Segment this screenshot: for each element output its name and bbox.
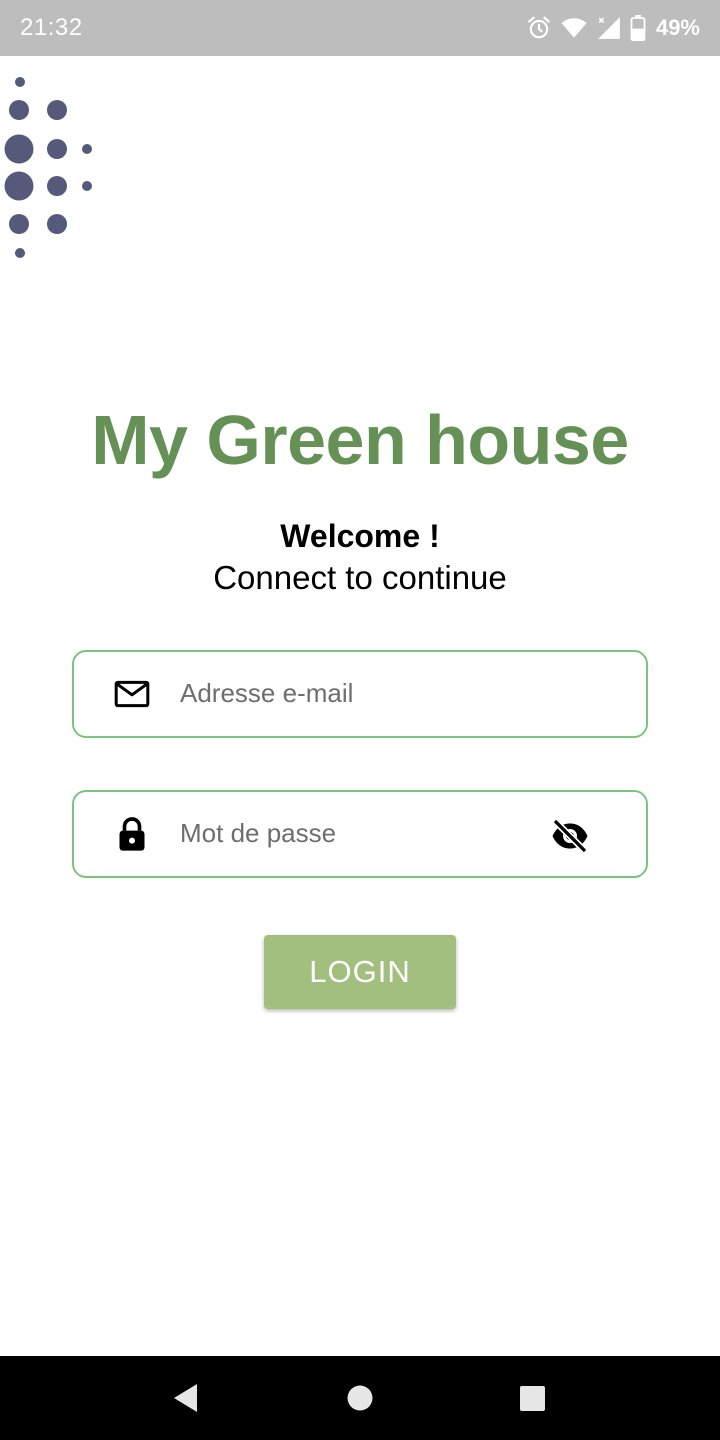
back-icon[interactable] xyxy=(166,1378,206,1418)
mail-icon xyxy=(112,674,152,714)
email-input[interactable] xyxy=(180,678,540,709)
home-icon[interactable] xyxy=(340,1378,380,1418)
app-title: My Green house xyxy=(91,401,629,479)
subtitle-text: Connect to continue xyxy=(213,559,507,596)
dots-logo-icon xyxy=(0,70,110,270)
eye-off-icon[interactable] xyxy=(550,816,590,856)
login-button[interactable]: LOGIN xyxy=(264,935,456,1009)
battery-percentage: 49% xyxy=(655,15,700,40)
password-field[interactable] xyxy=(72,790,648,878)
password-input[interactable] xyxy=(180,818,540,849)
navigation-bar xyxy=(0,1356,720,1440)
status-time: 21:32 xyxy=(20,14,83,41)
battery-icon xyxy=(630,15,646,41)
status-icons: 49% xyxy=(526,12,700,44)
alarm-icon xyxy=(526,15,552,41)
status-bar: 21:32 49% xyxy=(0,0,720,56)
email-field[interactable] xyxy=(72,650,648,738)
login-screen: 21:32 49% My Green house Welcome ! Conne… xyxy=(0,0,720,1440)
wifi-icon xyxy=(560,15,588,41)
signal-icon xyxy=(596,15,622,41)
lock-icon xyxy=(112,814,152,854)
recents-icon[interactable] xyxy=(512,1378,552,1418)
welcome-text: Welcome ! xyxy=(280,518,440,554)
